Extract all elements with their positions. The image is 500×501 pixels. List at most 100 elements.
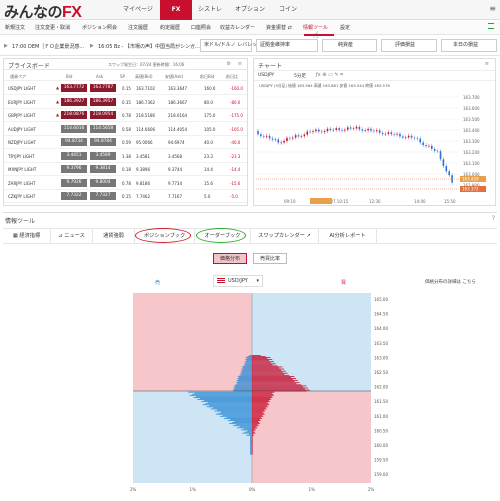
detail-link[interactable]: 価格分布の詳細は こちら — [425, 279, 476, 285]
bid-button[interactable]: 9.3796 — [61, 165, 87, 173]
menu-position[interactable]: ポジション照会 — [82, 24, 117, 31]
price-row[interactable]: EURJPY LIGHT ▲ 186.3927 186.3957 0.35 186.736… — [4, 96, 247, 109]
menu-fund-transfer[interactable]: 資金振替 ⇄ — [266, 24, 292, 31]
x-tick: 15:50 — [444, 199, 456, 204]
ask-button[interactable]: 114.5658 — [90, 124, 116, 133]
tab-news[interactable]: ⊿ ニュース — [51, 229, 93, 243]
price-row[interactable]: GBPJPY LIGHT ▲ 218.0876 218.0954 0.78 218.518… — [4, 109, 247, 122]
order-bar — [238, 377, 252, 378]
prev: 105.0 — [204, 126, 216, 132]
pair-select[interactable]: USD/JPY ▾ — [213, 275, 263, 287]
toggle-icon[interactable] — [488, 23, 494, 29]
bid-button[interactable]: 218.0876 — [61, 111, 87, 119]
tab-fx[interactable]: FX — [160, 0, 192, 20]
logo[interactable]: みんなのFX — [4, 1, 82, 22]
price-row[interactable]: MXNJPY LIGHT 9.3796 9.3814 0.18 9.3896 9.3744… — [4, 163, 247, 176]
order-bar — [252, 392, 273, 394]
buy-sell-ratio-button[interactable]: 売買比率 — [253, 253, 287, 264]
candle-body — [344, 129, 346, 131]
ask-button[interactable]: 163.7787 — [90, 84, 116, 92]
price-distribution-button[interactable]: 価格分布 — [213, 253, 247, 264]
change: -175.0 — [230, 113, 243, 118]
news-ticker-bar: ▶ 17:00 DEM［ＦＯ企業景況感... ▶ 16:05 Bz - 【市場の… — [0, 36, 500, 56]
indicator-icon[interactable]: ƒx ⊕ ▭ ✎ ⌗ — [316, 72, 343, 78]
candle-body — [289, 137, 291, 139]
order-bar — [252, 387, 308, 389]
tab-coin[interactable]: コイン — [272, 0, 304, 20]
leverage-select[interactable]: 米ドル/ドルノ レバレッジ — [200, 39, 262, 52]
play-icon[interactable]: ▶ — [90, 43, 94, 49]
spread: 0.15 — [122, 86, 131, 91]
menu-settings[interactable]: 設定 — [340, 24, 350, 31]
ask-button[interactable]: 186.3957 — [90, 97, 116, 106]
menu-info-tool[interactable]: 情報ツール — [303, 24, 328, 31]
ask-button[interactable]: 9.3814 — [90, 165, 116, 173]
order-bar — [252, 373, 285, 375]
order-bar — [242, 367, 252, 369]
chevron-down-icon: ▾ — [256, 278, 259, 284]
ask-button[interactable]: 94.8784 — [90, 138, 116, 146]
bid-button[interactable]: 114.6016 — [61, 124, 87, 133]
order-bar — [252, 432, 256, 434]
settings-icon[interactable]: ≡ — [238, 61, 242, 67]
menu-order-history[interactable]: 注文履歴 — [128, 24, 148, 31]
settings-icon[interactable]: ≡ — [485, 61, 489, 67]
unrealized-pl: 評価損益 — [381, 39, 437, 52]
tab-option[interactable]: オプション — [228, 0, 272, 20]
menu-account[interactable]: 口座照会 — [191, 24, 211, 31]
menu-order-change[interactable]: 注文変更・取消 — [35, 24, 70, 31]
bid-button[interactable]: 163.7772 — [61, 84, 87, 92]
order-bar — [252, 362, 271, 364]
price-row[interactable]: ZARJPY LIGHT 9.7926 9.8004 0.78 9.8186 9.7734… — [4, 177, 247, 190]
candle-body — [364, 130, 366, 131]
menu-profit-calendar[interactable]: 収益カレンダー — [220, 24, 255, 31]
price-row[interactable]: USDJPY LIGHT ▲ 163.7772 163.7787 0.15 163.710… — [4, 82, 247, 95]
candle-body — [425, 145, 427, 147]
ask-button[interactable]: 218.0954 — [90, 111, 116, 119]
order-bar — [252, 355, 261, 356]
pair-select[interactable]: USDJPY — [258, 73, 274, 78]
candle-body — [257, 131, 259, 135]
bid-button[interactable]: 9.7926 — [61, 178, 87, 187]
price-row[interactable]: CZKJPY LIGHT 7.7322 7.7327 0.15 7.7462 7.7167… — [4, 190, 247, 203]
ticker-news-2[interactable]: 16:05 Bz - 【市場の声】中国当局がシンガ... — [98, 43, 200, 50]
tab-currency-strength[interactable]: 通貨強弱 — [93, 229, 135, 243]
order-bar — [252, 430, 254, 432]
tab-systrade[interactable]: シストレ — [192, 0, 228, 20]
order-bar — [219, 415, 252, 417]
order-bar — [250, 442, 252, 443]
gear-icon[interactable]: ⚙ — [227, 61, 231, 67]
order-bar — [252, 448, 253, 450]
order-bar — [252, 425, 259, 427]
change: -15.6 — [230, 180, 241, 186]
tab-ai-report[interactable]: AI分析レポート — [319, 229, 377, 243]
x-tick: 09:10 — [284, 199, 296, 204]
ticker-news-1[interactable]: 17:00 DEM［ＦＯ企業景況感... — [12, 43, 84, 50]
order-bar — [252, 363, 276, 365]
play-icon[interactable]: ▶ — [4, 43, 8, 49]
candlestick-chart[interactable]: 163.700 163.600 163.500 163.400 163.300 163.2… — [254, 81, 497, 207]
ask-button[interactable]: 3.4589 — [90, 151, 116, 160]
tab-swap-calendar[interactable]: スワップカレンダー ↗ — [251, 229, 319, 243]
bid-button[interactable]: 186.3927 — [61, 97, 87, 106]
order-bar — [246, 358, 252, 359]
order-bar — [252, 453, 253, 455]
price-row[interactable]: AUDJPY LIGHT 114.6016 114.5658 0.58 114.6606… — [4, 123, 247, 136]
bid-button[interactable]: 3.4451 — [61, 151, 87, 160]
menu-new-order[interactable]: 新規注文 — [5, 24, 25, 31]
bid-button[interactable]: 7.7322 — [61, 192, 87, 200]
order-bar — [252, 367, 280, 369]
price-row[interactable]: TRYJPY LIGHT 3.4451 3.4589 1.38 3.4581 3.4568… — [4, 150, 247, 163]
order-bar — [237, 378, 252, 379]
menu-execution-history[interactable]: 約定履歴 — [160, 24, 180, 31]
ask-button[interactable]: 9.8004 — [90, 178, 116, 187]
ask-button[interactable]: 7.7327 — [90, 192, 116, 200]
order-book-chart[interactable]: 165.00 164.50 164.00 163.50 163.00 162.50 162.… — [123, 293, 393, 501]
interval-select[interactable]: 5分足 — [294, 73, 306, 79]
price-row[interactable]: NZDJPY LIGHT 94.8734 94.8784 0.59 95.0066 94.… — [4, 136, 247, 149]
tab-economic-indicators[interactable]: ▦ 経済指標 — [3, 229, 51, 243]
help-icon[interactable]: ? — [492, 215, 495, 222]
menu-icon[interactable]: ≡ — [489, 4, 496, 13]
tab-mypage[interactable]: マイページ — [118, 0, 158, 20]
bid-button[interactable]: 94.8734 — [61, 138, 87, 146]
